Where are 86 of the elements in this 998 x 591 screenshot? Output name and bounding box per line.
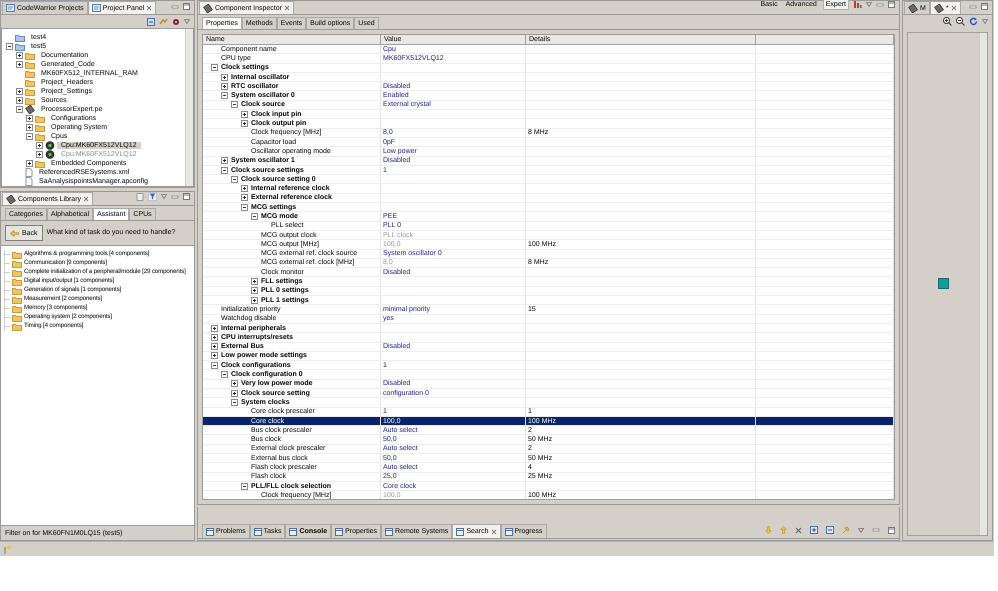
window-icon — [254, 528, 262, 536]
chip-icon — [908, 4, 918, 12]
close-icon[interactable] — [950, 5, 957, 11]
collapse-icon[interactable] — [221, 92, 228, 100]
expand-icon[interactable] — [26, 115, 33, 122]
expand-icon[interactable] — [241, 194, 248, 202]
collapse-all-icon[interactable] — [147, 18, 155, 26]
project-view-icon — [6, 4, 15, 12]
zoom-out-icon[interactable] — [956, 17, 965, 26]
bar-chart-icon[interactable] — [853, 0, 862, 9]
maximize-icon[interactable] — [888, 526, 895, 534]
collapse-icon[interactable] — [26, 133, 33, 140]
scrollbar[interactable] — [979, 33, 987, 535]
expand-icon[interactable] — [16, 52, 23, 59]
expand-icon[interactable] — [251, 287, 258, 294]
chip-icon — [25, 105, 35, 114]
minimize-icon[interactable] — [171, 4, 179, 10]
close-icon[interactable] — [146, 5, 152, 11]
expand-icon[interactable] — [241, 120, 248, 128]
expand-icon[interactable] — [241, 185, 248, 192]
expand-icon[interactable] — [211, 324, 218, 332]
window-icon — [385, 528, 394, 536]
expand-icon[interactable] — [251, 296, 258, 304]
collapse-icon[interactable] — [211, 362, 218, 369]
expand-icon[interactable] — [221, 74, 228, 81]
window-icon — [456, 528, 464, 536]
minimize-icon[interactable] — [171, 194, 179, 200]
collapse-icon[interactable] — [241, 204, 248, 211]
expand-icon[interactable] — [221, 157, 228, 164]
collapse-icon[interactable] — [221, 371, 228, 378]
zoom-in-icon[interactable] — [943, 17, 952, 26]
chip-icon — [203, 4, 213, 12]
expand-icon[interactable] — [16, 61, 23, 68]
expand-icon[interactable] — [251, 278, 258, 286]
close-icon[interactable] — [83, 196, 90, 202]
window-icon — [335, 528, 344, 536]
collapse-icon[interactable] — [241, 482, 248, 490]
dropdown-icon[interactable] — [184, 19, 190, 24]
collapse-icon[interactable] — [231, 101, 238, 108]
collapse-icon[interactable] — [251, 212, 258, 220]
maximize-icon[interactable] — [183, 3, 190, 10]
collapse-icon[interactable] — [211, 64, 218, 72]
collapse-all-icon[interactable] — [826, 526, 834, 534]
collapse-icon[interactable] — [16, 106, 23, 113]
collapse-icon[interactable] — [231, 398, 238, 406]
expand-icon[interactable] — [16, 97, 23, 104]
expand-icon[interactable] — [36, 142, 43, 149]
remove-icon[interactable] — [795, 526, 802, 534]
expand-icon[interactable] — [231, 380, 238, 388]
expand-icon[interactable] — [231, 390, 238, 397]
collapse-icon[interactable] — [221, 166, 228, 174]
window-icon — [504, 528, 512, 536]
close-icon[interactable] — [490, 528, 496, 534]
expand-icon[interactable] — [211, 352, 218, 360]
dropdown-icon[interactable] — [161, 194, 167, 199]
minimize-icon[interactable] — [872, 527, 880, 533]
minimize-icon[interactable] — [969, 4, 977, 10]
close-icon[interactable] — [284, 5, 290, 11]
filter-icon[interactable] — [148, 192, 157, 201]
expand-icon[interactable] — [26, 124, 33, 131]
expand-icon[interactable] — [221, 82, 228, 90]
chip-icon — [6, 194, 16, 204]
expand-icon[interactable] — [211, 343, 218, 350]
dropdown-icon[interactable] — [858, 528, 864, 532]
collapse-icon[interactable] — [231, 176, 238, 183]
expand-icon[interactable] — [16, 88, 23, 95]
expand-icon[interactable] — [211, 334, 218, 341]
minimize-icon[interactable] — [876, 2, 884, 8]
refresh-icon[interactable] — [969, 17, 978, 26]
folder-icon — [35, 160, 45, 168]
dropdown-icon[interactable] — [982, 19, 988, 24]
maximize-icon[interactable] — [183, 193, 190, 200]
dropdown-icon[interactable] — [866, 2, 872, 7]
status-icon — [4, 544, 12, 554]
expand-icon[interactable] — [241, 110, 248, 118]
collapse-icon[interactable] — [6, 43, 13, 50]
maximize-icon[interactable] — [888, 1, 895, 8]
expand-icon[interactable] — [26, 160, 33, 167]
arrow-left-icon — [10, 230, 19, 236]
chip-icon — [934, 4, 944, 12]
project-view-icon — [92, 4, 101, 12]
maximize-icon[interactable] — [981, 3, 988, 10]
expand-all-icon[interactable] — [810, 526, 818, 534]
scrollbar[interactable] — [185, 29, 193, 186]
window-icon — [289, 528, 298, 536]
window-icon — [206, 528, 214, 536]
